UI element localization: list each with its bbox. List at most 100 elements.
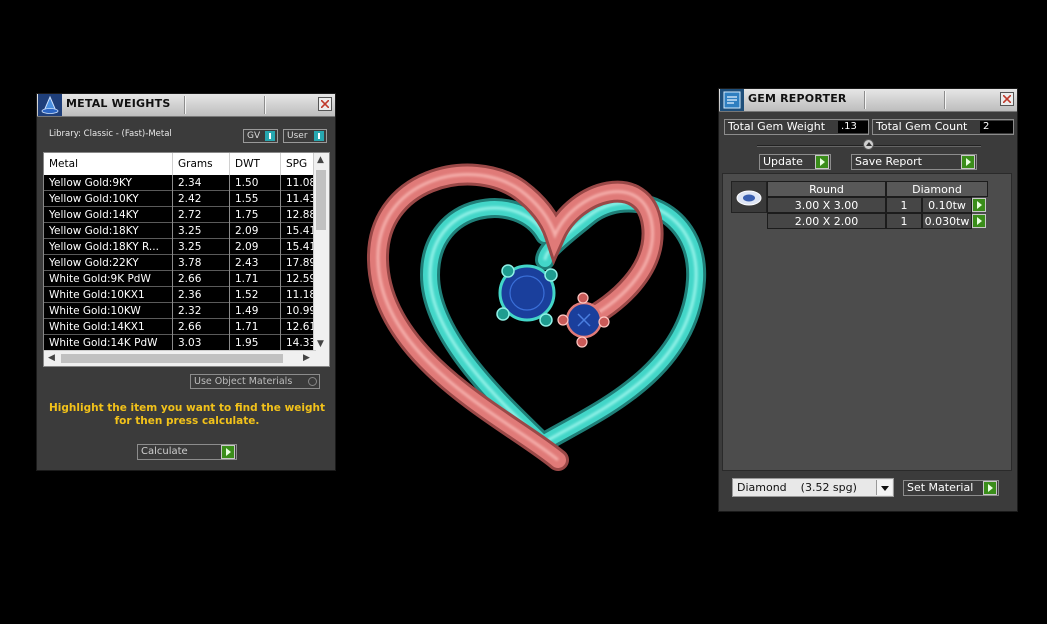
radio-icon[interactable] bbox=[308, 377, 317, 386]
use-object-materials-option[interactable]: Use Object Materials bbox=[190, 374, 320, 389]
dwt-cell: 2.09 bbox=[230, 239, 281, 255]
horizontal-scrollbar[interactable]: ◀ ▶ bbox=[44, 350, 316, 366]
table-body: Yellow Gold:9KY 2.34 1.50 11.08 Yellow Gold:… bbox=[44, 175, 321, 351]
dwt-cell: 2.09 bbox=[230, 223, 281, 239]
gem-list-area: Round Diamond 3.00 X 3.00 1 0.10tw 2.00 … bbox=[722, 173, 1012, 471]
metal-name-cell: Yellow Gold:9KY bbox=[44, 175, 173, 191]
close-icon bbox=[1003, 95, 1011, 103]
set-material-button[interactable]: Set Material bbox=[903, 480, 999, 496]
column-header[interactable]: Metal bbox=[44, 153, 173, 175]
table-row[interactable]: Yellow Gold:18KY R... 3.25 2.09 15.41 bbox=[44, 239, 321, 255]
table-row[interactable]: Yellow Gold:18KY 3.25 2.09 15.41 bbox=[44, 223, 321, 239]
grams-cell: 3.25 bbox=[173, 223, 230, 239]
metal-name-cell: Yellow Gold:18KY R... bbox=[44, 239, 173, 255]
column-header[interactable]: DWT bbox=[230, 153, 281, 175]
chevron-down-icon[interactable] bbox=[876, 480, 892, 495]
metal-weights-titlebar[interactable]: METAL WEIGHTS bbox=[37, 94, 335, 117]
gv-toggle[interactable]: GV bbox=[243, 129, 278, 143]
grams-cell: 3.03 bbox=[173, 335, 230, 351]
instruction-text: Highlight the item you want to find the … bbox=[49, 402, 325, 427]
dwt-cell: 1.49 bbox=[230, 303, 281, 319]
gem-weight-cell[interactable]: 0.10tw bbox=[922, 197, 986, 213]
metal-name-cell: Yellow Gold:10KY bbox=[44, 191, 173, 207]
scroll-right-icon[interactable]: ▶ bbox=[303, 354, 310, 363]
dwt-cell: 1.95 bbox=[230, 335, 281, 351]
gem-thumbnail-icon[interactable] bbox=[731, 181, 767, 213]
gem-material-header: Diamond bbox=[886, 181, 988, 197]
dwt-cell: 1.55 bbox=[230, 191, 281, 207]
update-button[interactable]: Update bbox=[759, 154, 831, 170]
total-gem-count-field: Total Gem Count 2 bbox=[872, 119, 1014, 135]
metal-name-cell: White Gold:14KX1 bbox=[44, 319, 173, 335]
metal-name-cell: Yellow Gold:22KY bbox=[44, 255, 173, 271]
metal-name-cell: White Gold:10KX1 bbox=[44, 287, 173, 303]
heart-ring-model[interactable] bbox=[360, 150, 710, 480]
user-toggle[interactable]: User bbox=[283, 129, 327, 143]
collapse-knob-icon[interactable] bbox=[863, 139, 874, 150]
total-gem-count-value: 2 bbox=[980, 121, 1013, 133]
grams-cell: 2.66 bbox=[173, 271, 230, 287]
toggle-switch-icon bbox=[265, 131, 275, 141]
scroll-thumb[interactable] bbox=[316, 170, 326, 230]
gem-shape-header: Round bbox=[767, 181, 886, 197]
gem-count-cell: 1 bbox=[886, 197, 922, 213]
update-label: Update bbox=[763, 155, 803, 168]
play-arrow-icon[interactable] bbox=[972, 198, 986, 212]
table-row[interactable]: Yellow Gold:14KY 2.72 1.75 12.88 bbox=[44, 207, 321, 223]
play-arrow-icon bbox=[815, 155, 829, 169]
total-gem-weight-value: .13 bbox=[838, 121, 868, 133]
table-row[interactable]: White Gold:10KW 2.32 1.49 10.99 bbox=[44, 303, 321, 319]
calculate-button[interactable]: Calculate bbox=[137, 444, 237, 460]
vertical-scrollbar[interactable]: ▲ ▼ bbox=[313, 153, 329, 353]
scroll-left-icon[interactable]: ◀ bbox=[48, 354, 55, 363]
table-row[interactable]: Yellow Gold:10KY 2.42 1.55 11.43 bbox=[44, 191, 321, 207]
grams-cell: 2.66 bbox=[173, 319, 230, 335]
play-arrow-icon bbox=[961, 155, 975, 169]
material-select[interactable]: Diamond (3.52 spg) bbox=[732, 478, 894, 497]
table-row[interactable]: White Gold:10KX1 2.36 1.52 11.18 bbox=[44, 287, 321, 303]
table-row[interactable]: Yellow Gold:9KY 2.34 1.50 11.08 bbox=[44, 175, 321, 191]
table-header: Metal Grams DWT SPG bbox=[44, 153, 321, 175]
titlebar-divider bbox=[944, 91, 946, 109]
panel-title: GEM REPORTER bbox=[748, 92, 847, 105]
total-gem-weight-field: Total Gem Weight .13 bbox=[724, 119, 869, 135]
play-arrow-icon bbox=[983, 481, 997, 495]
titlebar-divider bbox=[864, 91, 866, 109]
close-button[interactable] bbox=[318, 97, 332, 111]
table-row[interactable]: White Gold:14K PdW 3.03 1.95 14.33 bbox=[44, 335, 321, 351]
grams-cell: 2.32 bbox=[173, 303, 230, 319]
gem-weight-cell[interactable]: 0.030tw bbox=[922, 213, 986, 229]
metal-table[interactable]: Metal Grams DWT SPG Yellow Gold:9KY 2.34 1… bbox=[43, 152, 330, 367]
gem-reporter-titlebar[interactable]: GEM REPORTER bbox=[719, 89, 1017, 112]
gv-label: GV bbox=[247, 131, 261, 141]
table-row[interactable]: White Gold:14KX1 2.66 1.71 12.61 bbox=[44, 319, 321, 335]
dwt-cell: 1.75 bbox=[230, 207, 281, 223]
dwt-cell: 1.50 bbox=[230, 175, 281, 191]
gem-weight-value: 0.10tw bbox=[928, 199, 966, 212]
dwt-cell: 2.43 bbox=[230, 255, 281, 271]
set-material-label: Set Material bbox=[907, 481, 974, 494]
close-button[interactable] bbox=[1000, 92, 1014, 106]
user-label: User bbox=[287, 131, 308, 141]
column-header[interactable]: Grams bbox=[173, 153, 230, 175]
grams-cell: 3.25 bbox=[173, 239, 230, 255]
table-row[interactable]: White Gold:9K PdW 2.66 1.71 12.59 bbox=[44, 271, 321, 287]
scroll-up-icon[interactable]: ▲ bbox=[317, 156, 324, 165]
scroll-down-icon[interactable]: ▼ bbox=[317, 340, 324, 349]
table-row[interactable]: Yellow Gold:22KY 3.78 2.43 17.89 bbox=[44, 255, 321, 271]
gem-size-cell: 2.00 X 2.00 bbox=[767, 213, 886, 229]
panel-title: METAL WEIGHTS bbox=[66, 97, 171, 110]
play-arrow-icon[interactable] bbox=[972, 214, 986, 228]
titlebar-divider bbox=[184, 96, 186, 114]
metal-name-cell: White Gold:9K PdW bbox=[44, 271, 173, 287]
toggle-switch-icon bbox=[314, 131, 324, 141]
large-gem[interactable] bbox=[496, 264, 558, 327]
total-gem-weight-label: Total Gem Weight bbox=[728, 120, 826, 133]
gem-weight-value: 0.030tw bbox=[924, 215, 970, 228]
dwt-cell: 1.52 bbox=[230, 287, 281, 303]
dwt-cell: 1.71 bbox=[230, 319, 281, 335]
scroll-thumb[interactable] bbox=[61, 354, 283, 363]
grams-cell: 3.78 bbox=[173, 255, 230, 271]
save-report-button[interactable]: Save Report bbox=[851, 154, 977, 170]
scroll-corner bbox=[314, 351, 329, 366]
